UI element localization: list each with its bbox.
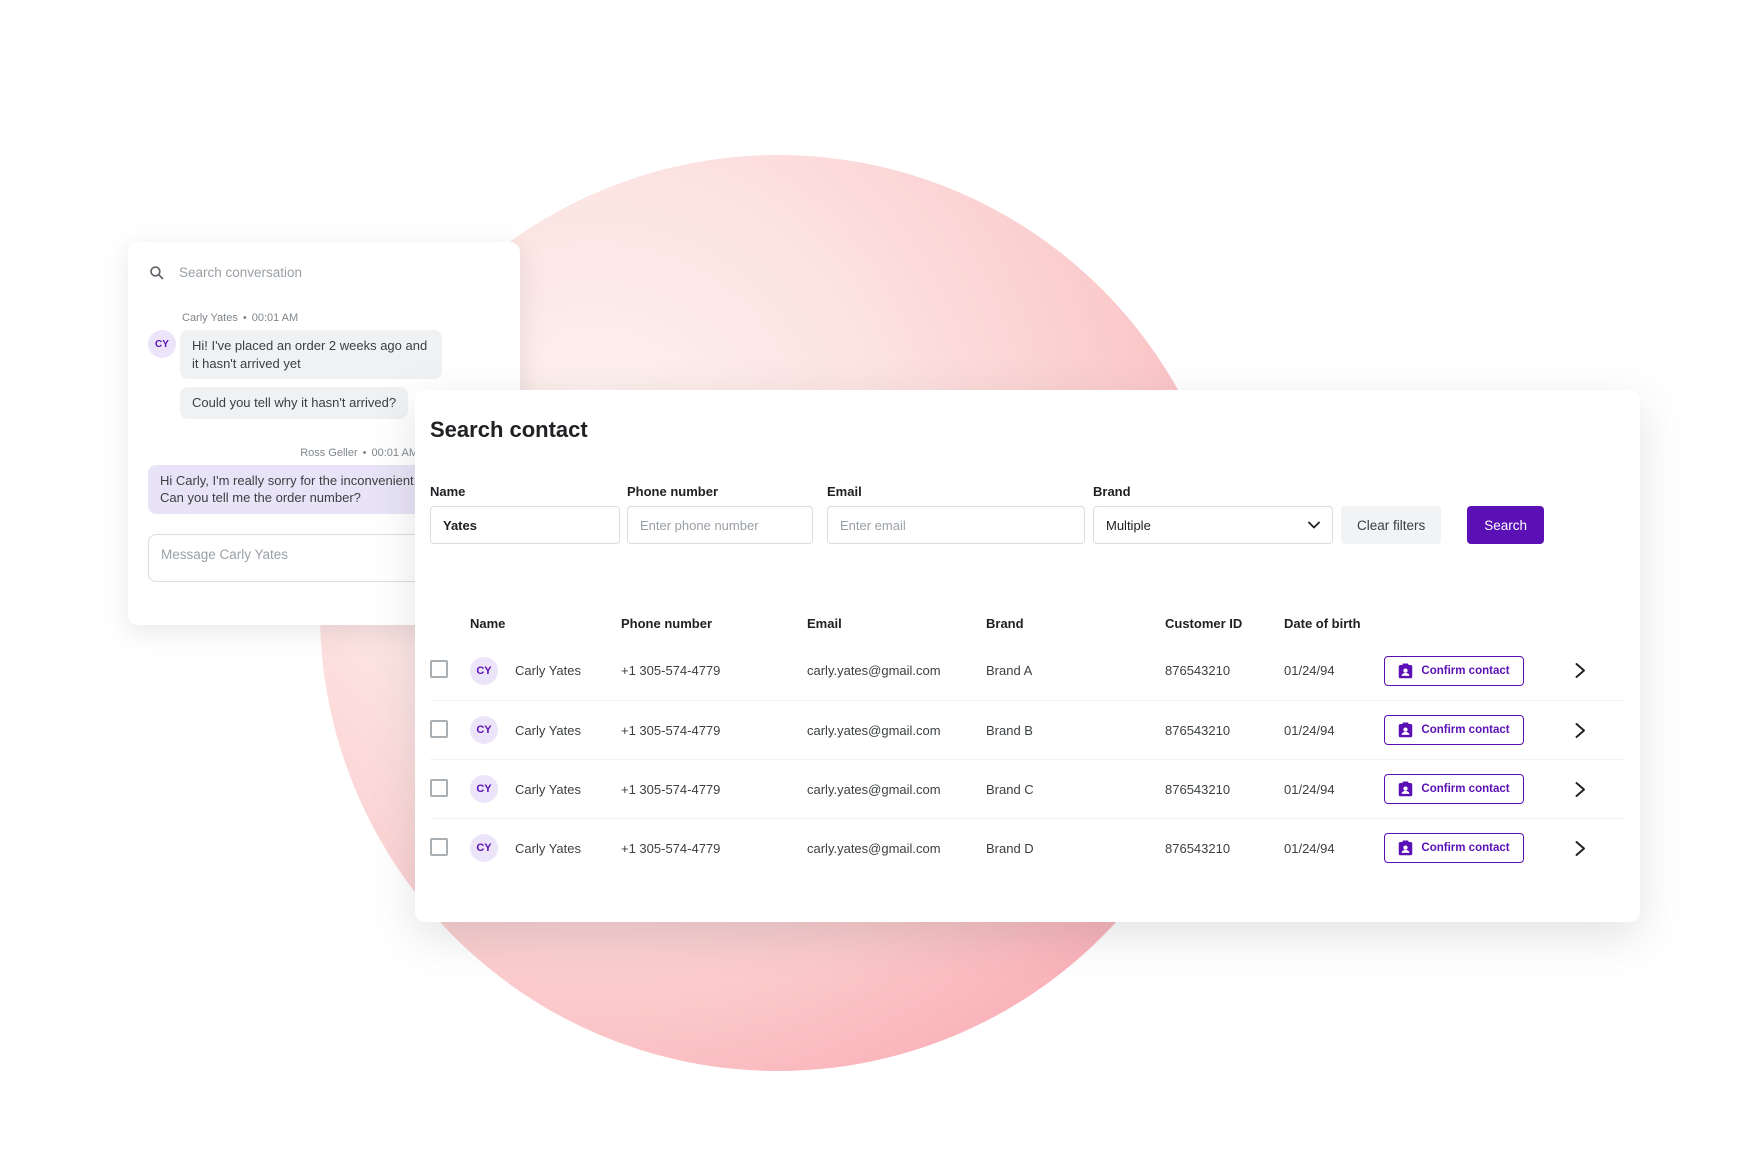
cell-email: carly.yates@gmail.com [807, 841, 986, 856]
cell-phone: +1 305-574-4779 [621, 782, 807, 797]
cell-customer-id: 876543210 [1165, 663, 1284, 678]
cell-phone: +1 305-574-4779 [621, 723, 807, 738]
chevron-right-icon[interactable] [1574, 781, 1586, 798]
table-body: CY Carly Yates +1 305-574-4779 carly.yat… [430, 641, 1625, 877]
cell-customer-id: 876543210 [1165, 723, 1284, 738]
cell-name: Carly Yates [515, 723, 621, 738]
sender-name: Ross Geller [300, 447, 357, 459]
cell-brand: Brand D [986, 841, 1165, 856]
header-customer-id: Customer ID [1165, 616, 1284, 631]
contact-card-icon [1398, 663, 1413, 679]
cell-customer-id: 876543210 [1165, 841, 1284, 856]
phone-label: Phone number [627, 484, 813, 499]
page-title: Search contact [430, 414, 1625, 446]
confirm-contact-button[interactable]: Confirm contact [1384, 774, 1524, 804]
cell-brand: Brand C [986, 782, 1165, 797]
meta-separator: • [363, 447, 367, 459]
confirm-contact-label: Confirm contact [1421, 842, 1509, 854]
cell-email: carly.yates@gmail.com [807, 723, 986, 738]
header-brand: Brand [986, 616, 1165, 631]
header-name: Name [470, 616, 621, 631]
confirm-contact-label: Confirm contact [1421, 665, 1509, 677]
customer-message-meta: Carly Yates • 00:01 AM [182, 312, 500, 324]
table-row: CY Carly Yates +1 305-574-4779 carly.yat… [430, 759, 1625, 818]
name-label: Name [430, 484, 620, 499]
agent-message-meta: Ross Geller • 00:01 AM [148, 447, 418, 459]
row-checkbox[interactable] [430, 660, 448, 678]
cell-customer-id: 876543210 [1165, 782, 1284, 797]
filter-bar: Name Phone number Email Brand Multiple C… [430, 484, 1625, 544]
cell-email: carly.yates@gmail.com [807, 663, 986, 678]
chat-message-incoming: Could you tell why it hasn't arrived? [180, 387, 408, 419]
email-input[interactable] [827, 506, 1085, 544]
message-time: 00:01 AM [372, 447, 418, 459]
cell-brand: Brand A [986, 663, 1165, 678]
meta-separator: • [243, 312, 247, 324]
email-label: Email [827, 484, 1085, 499]
row-checkbox[interactable] [430, 779, 448, 797]
cell-dob: 01/24/94 [1284, 782, 1384, 797]
contact-avatar: CY [470, 716, 498, 744]
name-input[interactable] [430, 506, 620, 544]
message-input-placeholder: Message Carly Yates [161, 547, 288, 562]
chevron-right-icon[interactable] [1574, 840, 1586, 857]
row-checkbox[interactable] [430, 720, 448, 738]
cell-name: Carly Yates [515, 841, 621, 856]
cell-dob: 01/24/94 [1284, 723, 1384, 738]
table-row: CY Carly Yates +1 305-574-4779 carly.yat… [430, 818, 1625, 877]
chat-search-input[interactable]: Search conversation [148, 262, 500, 282]
table-header-row: Name Phone number Email Brand Customer I… [430, 616, 1625, 631]
search-contact-panel: Search contact Name Phone number Email B… [415, 390, 1640, 922]
phone-input[interactable] [627, 506, 813, 544]
contact-avatar: CY [470, 775, 498, 803]
cell-phone: +1 305-574-4779 [621, 663, 807, 678]
cell-dob: 01/24/94 [1284, 841, 1384, 856]
cell-name: Carly Yates [515, 663, 621, 678]
brand-select-value: Multiple [1106, 518, 1151, 533]
header-email: Email [807, 616, 986, 631]
confirm-contact-label: Confirm contact [1421, 783, 1509, 795]
row-checkbox[interactable] [430, 838, 448, 856]
confirm-contact-button[interactable]: Confirm contact [1384, 656, 1524, 686]
chat-search-placeholder: Search conversation [179, 265, 302, 280]
table-row: CY Carly Yates +1 305-574-4779 carly.yat… [430, 700, 1625, 759]
customer-avatar: CY [148, 330, 176, 358]
table-row: CY Carly Yates +1 305-574-4779 carly.yat… [430, 641, 1625, 700]
contact-card-icon [1398, 840, 1413, 856]
header-phone: Phone number [621, 616, 807, 631]
confirm-contact-label: Confirm contact [1421, 724, 1509, 736]
search-button[interactable]: Search [1467, 506, 1544, 544]
brand-label: Brand [1093, 484, 1333, 499]
cell-name: Carly Yates [515, 782, 621, 797]
chevron-right-icon[interactable] [1574, 662, 1586, 679]
message-time: 00:01 AM [252, 312, 298, 324]
cell-brand: Brand B [986, 723, 1165, 738]
contact-card-icon [1398, 722, 1413, 738]
cell-email: carly.yates@gmail.com [807, 782, 986, 797]
brand-select[interactable]: Multiple [1093, 506, 1333, 544]
chat-message-outgoing: Hi Carly, I'm really sorry for the incon… [148, 465, 448, 514]
clear-filters-button[interactable]: Clear filters [1341, 506, 1441, 544]
contact-avatar: CY [470, 657, 498, 685]
chevron-down-icon [1308, 521, 1320, 529]
contact-card-icon [1398, 781, 1413, 797]
chat-message-incoming: Hi! I've placed an order 2 weeks ago and… [180, 330, 442, 379]
cell-phone: +1 305-574-4779 [621, 841, 807, 856]
cell-dob: 01/24/94 [1284, 663, 1384, 678]
search-icon [148, 264, 165, 281]
confirm-contact-button[interactable]: Confirm contact [1384, 715, 1524, 745]
confirm-contact-button[interactable]: Confirm contact [1384, 833, 1524, 863]
contact-avatar: CY [470, 834, 498, 862]
header-dob: Date of birth [1284, 616, 1384, 631]
sender-name: Carly Yates [182, 312, 238, 324]
chevron-right-icon[interactable] [1574, 722, 1586, 739]
